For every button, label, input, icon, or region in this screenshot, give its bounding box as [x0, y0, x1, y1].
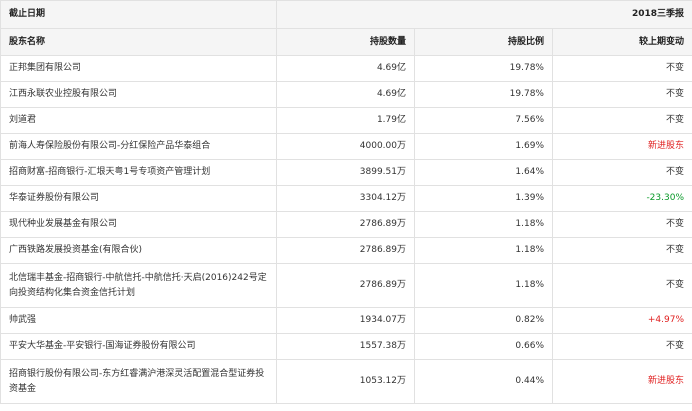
- table-row: 帅武强 1934.07万 0.82% +4.97%: [0, 307, 692, 334]
- change-cell: 不变: [551, 333, 692, 360]
- column-header-row: 股东名称 持股数量 持股比例 较上期变动: [0, 28, 692, 56]
- ratio-cell: 1.18%: [414, 237, 553, 264]
- table-row: 江西永联农业控股有限公司 4.69亿 19.78% 不变: [0, 81, 692, 108]
- ratio-cell: 7.56%: [414, 107, 553, 134]
- shares-cell: 2786.89万: [276, 237, 415, 264]
- shares-cell: 4.69亿: [276, 81, 415, 108]
- table-row: 招商银行股份有限公司-东方红睿满沪港深灵活配置混合型证券投资基金 1053.12万…: [0, 359, 692, 404]
- change-cell: 不变: [551, 211, 692, 238]
- shareholder-name-cell: 招商财富-招商银行-汇垠天粤1号专项资产管理计划: [0, 159, 277, 186]
- ratio-cell: 1.64%: [414, 159, 553, 186]
- period-label: 截止日期: [0, 0, 277, 29]
- shareholders-table: 截止日期 2018三季报 股东名称 持股数量 持股比例 较上期变动 正邦集团有限…: [0, 0, 692, 404]
- shares-cell: 1053.12万: [276, 359, 415, 404]
- table-row: 现代种业发展基金有限公司 2786.89万 1.18% 不变: [0, 211, 692, 238]
- shares-cell: 1.79亿: [276, 107, 415, 134]
- shareholder-name-cell: 刘道君: [0, 107, 277, 134]
- shares-cell: 1557.38万: [276, 333, 415, 360]
- ratio-cell: 0.66%: [414, 333, 553, 360]
- shareholder-name-cell: 华泰证券股份有限公司: [0, 185, 277, 212]
- change-cell: 新进股东: [551, 359, 692, 404]
- column-header-ratio: 持股比例: [414, 28, 553, 56]
- period-value: 2018三季报: [275, 0, 692, 29]
- change-cell: 不变: [551, 263, 692, 308]
- ratio-cell: 0.82%: [414, 307, 553, 334]
- shares-cell: 3899.51万: [276, 159, 415, 186]
- ratio-cell: 19.78%: [414, 55, 553, 82]
- change-cell: -23.30%: [551, 185, 692, 212]
- change-cell: 不变: [551, 237, 692, 264]
- change-cell: 新进股东: [551, 133, 692, 160]
- table-row: 北信瑞丰基金-招商银行-中航信托-中航信托·天启(2016)242号定向投资结构…: [0, 263, 692, 308]
- change-cell: 不变: [551, 107, 692, 134]
- change-cell: 不变: [551, 159, 692, 186]
- shareholder-name-cell: 前海人寿保险股份有限公司-分红保险产品华泰组合: [0, 133, 277, 160]
- table-row: 平安大华基金-平安银行-国海证券股份有限公司 1557.38万 0.66% 不变: [0, 333, 692, 360]
- table-row: 正邦集团有限公司 4.69亿 19.78% 不变: [0, 55, 692, 82]
- change-cell: 不变: [551, 55, 692, 82]
- ratio-cell: 1.18%: [414, 211, 553, 238]
- shareholder-name-cell: 北信瑞丰基金-招商银行-中航信托-中航信托·天启(2016)242号定向投资结构…: [0, 263, 277, 308]
- shareholder-name-cell: 招商银行股份有限公司-东方红睿满沪港深灵活配置混合型证券投资基金: [0, 359, 277, 404]
- ratio-cell: 1.69%: [414, 133, 553, 160]
- shares-cell: 4.69亿: [276, 55, 415, 82]
- shares-cell: 4000.00万: [276, 133, 415, 160]
- column-header-shares: 持股数量: [276, 28, 415, 56]
- table-row: 刘道君 1.79亿 7.56% 不变: [0, 107, 692, 134]
- shareholder-name-cell: 江西永联农业控股有限公司: [0, 81, 277, 108]
- shares-cell: 1934.07万: [276, 307, 415, 334]
- ratio-cell: 0.44%: [414, 359, 553, 404]
- change-cell: +4.97%: [551, 307, 692, 334]
- shareholder-name-cell: 广西铁路发展投资基金(有限合伙): [0, 237, 277, 264]
- period-row: 截止日期 2018三季报: [0, 0, 692, 29]
- column-header-change: 较上期变动: [551, 28, 692, 56]
- table-row: 广西铁路发展投资基金(有限合伙) 2786.89万 1.18% 不变: [0, 237, 692, 264]
- shares-cell: 3304.12万: [276, 185, 415, 212]
- shareholder-name-cell: 现代种业发展基金有限公司: [0, 211, 277, 238]
- shareholder-name-cell: 平安大华基金-平安银行-国海证券股份有限公司: [0, 333, 277, 360]
- ratio-cell: 1.39%: [414, 185, 553, 212]
- table-row: 前海人寿保险股份有限公司-分红保险产品华泰组合 4000.00万 1.69% 新进股东: [0, 133, 692, 160]
- change-cell: 不变: [551, 81, 692, 108]
- ratio-cell: 1.18%: [414, 263, 553, 308]
- column-header-name: 股东名称: [0, 28, 277, 56]
- shareholder-name-cell: 帅武强: [0, 307, 277, 334]
- shares-cell: 2786.89万: [276, 211, 415, 238]
- table-row: 招商财富-招商银行-汇垠天粤1号专项资产管理计划 3899.51万 1.64% 不变: [0, 159, 692, 186]
- table-row: 华泰证券股份有限公司 3304.12万 1.39% -23.30%: [0, 185, 692, 212]
- shareholder-name-cell: 正邦集团有限公司: [0, 55, 277, 82]
- ratio-cell: 19.78%: [414, 81, 553, 108]
- shareholders-table-body: 截止日期 2018三季报 股东名称 持股数量 持股比例 较上期变动 正邦集团有限…: [0, 0, 692, 404]
- shares-cell: 2786.89万: [276, 263, 415, 308]
